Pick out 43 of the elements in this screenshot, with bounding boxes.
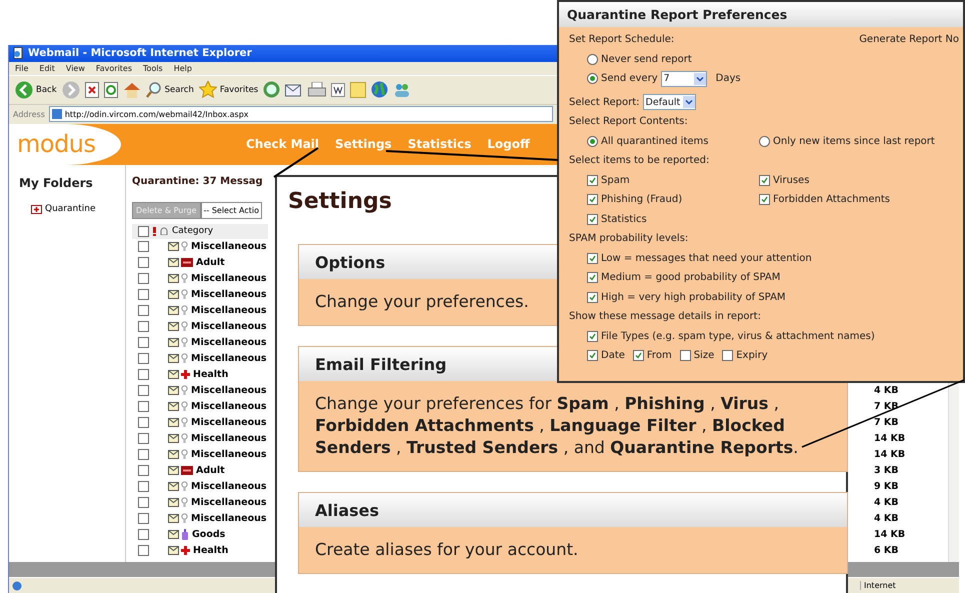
- field-label: SPAM probability levels:: [569, 233, 688, 244]
- field-label: Select Report Contents:: [569, 116, 688, 128]
- size-cell: 14 KB: [874, 529, 906, 540]
- window-title: Webmail - Microsoft Internet Explorer: [28, 47, 252, 60]
- option-label: Low = messages that need your attention: [601, 252, 812, 264]
- option-label: High = very high probability of SPAM: [601, 292, 786, 303]
- option-label: Spam: [601, 174, 630, 186]
- field-label: Set Report Schedule:: [569, 34, 674, 46]
- size-cell: 7 KB: [874, 417, 899, 428]
- option-label: Expiry: [736, 350, 768, 362]
- size-cell: 4 KB: [874, 497, 899, 508]
- address-label: Address: [13, 110, 45, 119]
- option-label: Date: [601, 350, 625, 362]
- option-label: Statistics: [601, 214, 647, 225]
- size-cell: 3 KB: [874, 465, 899, 476]
- size-cell: 9 KB: [874, 481, 899, 492]
- option-label: Never send report: [601, 54, 692, 65]
- unit-label: Days: [716, 73, 741, 84]
- panel-title: Quarantine Report Preferences: [559, 2, 963, 27]
- option-label: From: [646, 350, 672, 362]
- option-label: All quarantined items: [601, 136, 708, 147]
- section-text: Create aliases for your account.: [299, 527, 847, 573]
- size-cell: 6 KB: [874, 545, 899, 556]
- size-cell: 14 KB: [874, 449, 906, 460]
- option-label: File Types (e.g. spam type, virus & attachment names): [601, 330, 875, 342]
- field-label: Select Report:: [569, 96, 640, 108]
- option-label: Size: [694, 350, 714, 362]
- option-label: Forbidden Attachments: [773, 194, 890, 206]
- size-cell: 4 KB: [874, 385, 899, 396]
- sidebar-title: My Folders: [19, 176, 94, 190]
- size-cell: 4 KB: [874, 513, 899, 524]
- size-cell: 14 KB: [874, 433, 906, 444]
- field-label: Select items to be reported:: [569, 155, 710, 166]
- logo: modus: [9, 124, 121, 165]
- option-label: Viruses: [773, 174, 810, 186]
- option-label: Send every: [601, 73, 658, 84]
- section-text: Change your preferences for Spam , Phishing , Virus , Forbidden Attachments , Language Filter , Blocked Senders , Trusted Senders , and Quarantine Reports.: [299, 381, 847, 471]
- panel-title: Settings: [288, 189, 392, 214]
- option-label: Phishing (Fraud): [601, 194, 682, 206]
- option-label: Only new items since last report: [773, 136, 935, 147]
- field-label: Show these message details in report:: [569, 311, 761, 322]
- status-zone: Internet: [860, 581, 959, 590]
- folder-heading: Quarantine: 37 Messag: [132, 176, 264, 189]
